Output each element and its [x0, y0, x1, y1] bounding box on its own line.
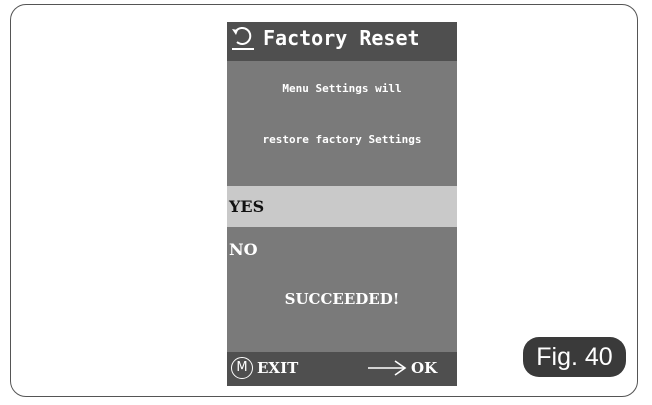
back-icon[interactable] [231, 25, 255, 53]
exit-label[interactable]: EXIT [257, 359, 298, 377]
page-title: Factory Reset [263, 26, 420, 50]
message-line-1: Menu Settings will [282, 82, 402, 95]
screen-header: Factory Reset [227, 22, 457, 61]
option-no[interactable]: NO [227, 229, 457, 270]
screen-footer: M EXIT OK [227, 352, 457, 386]
menu-icon[interactable]: M [231, 357, 253, 379]
figure-label-badge: Fig. 40 [523, 337, 626, 377]
option-yes[interactable]: YES [227, 186, 457, 227]
device-screen: Factory Reset Menu Settings will restore… [227, 22, 457, 386]
status-message: SUCCEEDED! [284, 290, 400, 308]
ok-label[interactable]: OK [411, 359, 437, 377]
arrow-right-icon [368, 360, 407, 376]
message-line-2: restore factory Settings [262, 133, 422, 146]
